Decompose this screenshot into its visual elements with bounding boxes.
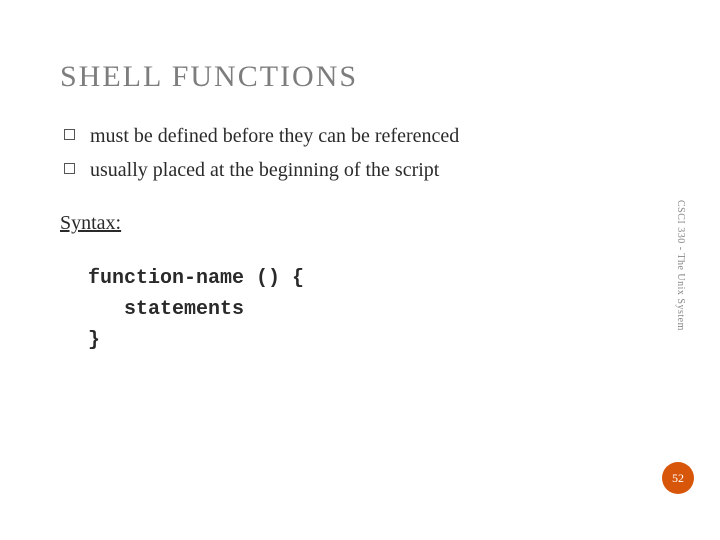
slide-title: SHELL FUNCTIONS xyxy=(60,60,660,94)
code-line: function-name () { xyxy=(88,267,304,290)
course-label: CSCI 330 - The Unix System xyxy=(670,200,686,400)
page-number-badge: 52 xyxy=(662,462,694,494)
code-line: } xyxy=(88,329,100,352)
code-line: statements xyxy=(88,298,244,321)
list-item: usually placed at the beginning of the s… xyxy=(60,156,660,184)
bullet-list: must be defined before they can be refer… xyxy=(60,122,660,184)
list-item: must be defined before they can be refer… xyxy=(60,122,660,150)
slide: SHELL FUNCTIONS must be defined before t… xyxy=(0,0,720,540)
syntax-label: Syntax: xyxy=(60,212,660,235)
code-block: function-name () { statements } xyxy=(88,263,660,356)
